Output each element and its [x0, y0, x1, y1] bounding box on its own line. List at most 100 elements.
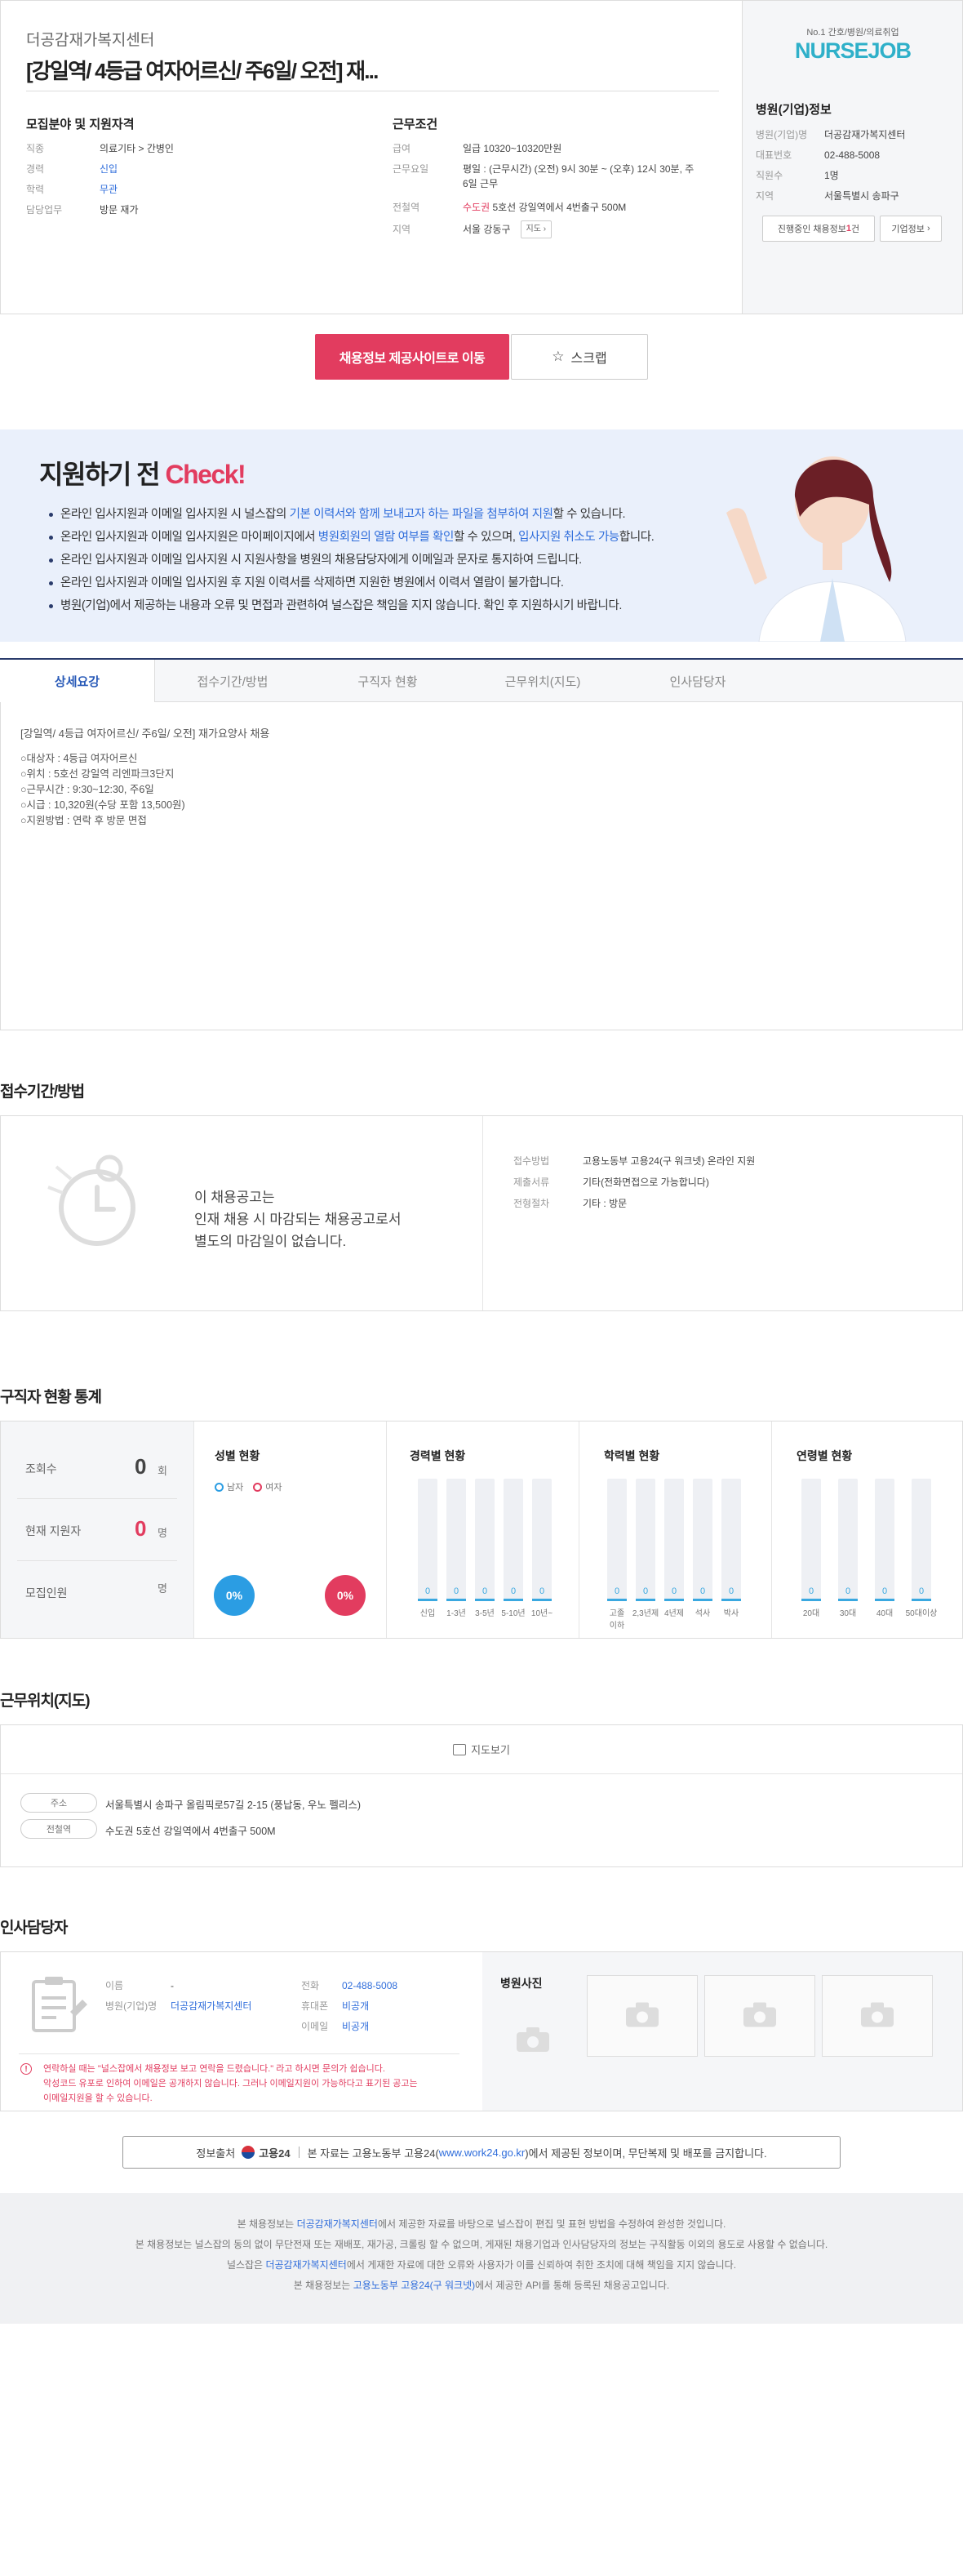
check-title: 지원하기 전 Check!	[39, 460, 246, 489]
footer-line: 본 채용정보는 고용노동부 고용24(구 워크넷)에서 제공한 API를 통해 …	[293, 2280, 670, 2291]
age-bar: 0	[838, 1479, 858, 1601]
manager-card: 이름 - 병원(기업)명 더공감재가복지센터 전화 02-488-5008 휴대폰 비공…	[0, 1951, 963, 2111]
period-card: 이 채용공고는 인재 채용 시 마감되는 채용공고로서 별도의 마감일이 없습니다.…	[0, 1115, 963, 1311]
camera-icon	[624, 2001, 660, 2031]
camera-icon	[742, 2001, 778, 2031]
edu-bar: 0	[607, 1479, 627, 1601]
edu-bar-label: 4년제	[664, 1609, 684, 1618]
tab-detail[interactable]: 상세요강	[0, 660, 155, 703]
period-row: 전형절차 기타 : 방문	[513, 1198, 628, 1209]
applicants-label: 현재 지원자	[25, 1524, 82, 1537]
address: 서울특별시 송파구 올림픽로57길 2-15 (풍납동, 우노 펠리스)	[105, 1800, 362, 1811]
side-row: 대표번호 02-488-5008	[756, 149, 881, 161]
edu-bar-label: 2,3년제	[632, 1609, 659, 1618]
star-icon: ☆	[552, 349, 565, 364]
stats-card: 조회수 0 회 현재 지원자 0 명 모집인원 명 성별 현황 남자 여자 0%…	[0, 1421, 963, 1639]
views-label: 조회수	[25, 1462, 57, 1475]
edu-bar: 0	[664, 1479, 684, 1601]
station: 수도권 5호선 강일역에서 4번출구 500M	[105, 1826, 276, 1837]
period-row: 접수방법 고용노동부 고용24(구 워크넷) 온라인 지원	[513, 1155, 756, 1167]
career-bar: 0	[475, 1479, 495, 1601]
period-row: 제출서류 기타(전화면접으로 가능합니다)	[513, 1177, 709, 1188]
age-panel: 연령별 현황 0 20대 0 30대 0 40대 0 50대이상	[771, 1421, 962, 1638]
korea-emblem-icon	[242, 2146, 255, 2159]
views-count: 0	[135, 1454, 147, 1479]
tab-location[interactable]: 근무위치(지도)	[465, 660, 620, 702]
gender-panel: 성별 현황 남자 여자 0% 0%	[193, 1421, 386, 1638]
side-row: 직원수 1명	[756, 170, 839, 181]
check-item: 온라인 입사지원과 이메일 입사지원 시 지원사항을 병원의 채용담당자에게 이…	[47, 549, 733, 572]
age-bar-label: 40대	[876, 1609, 894, 1618]
manager-mobile-row: 휴대폰 비공개	[301, 2000, 370, 2012]
manager-heading: 인사담당자	[0, 1920, 68, 1937]
female-percent: 0%	[325, 1575, 366, 1616]
education-panel: 학력별 현황 0 고졸 이하 0 2,3년제 0 4년제 0 석사 0 박사	[579, 1421, 771, 1638]
check-item: 온라인 입사지원과 이메일 입사지원 시 널스잡의 기본 이력서와 함께 보내고…	[47, 503, 733, 526]
chevron-right-icon: ›	[543, 225, 547, 234]
age-bar: 0	[912, 1479, 931, 1601]
career-bar: 0	[532, 1479, 552, 1601]
tab-manager[interactable]: 인사담당자	[620, 660, 775, 702]
work24-link[interactable]: www.work24.go.kr	[439, 2147, 525, 2159]
apply-site-button[interactable]: 채용정보 제공사이트로 이동	[315, 334, 509, 380]
applicants-count: 0	[135, 1516, 147, 1541]
gender-legend: 남자 여자	[215, 1480, 282, 1493]
career-bar: 0	[504, 1479, 523, 1601]
photo-slot[interactable]	[704, 1975, 815, 2057]
edu-bar: 0	[636, 1479, 655, 1601]
camera-icon	[515, 2026, 551, 2056]
nursejob-logo[interactable]: NURSEJOB	[743, 38, 963, 64]
map-button[interactable]: 지도 ›	[520, 220, 553, 238]
recruit-row: 담당업무 방문 재가	[26, 204, 139, 216]
career-bar: 0	[446, 1479, 466, 1601]
detail-body: [강일역/ 4등급 여자어르신/ 주6일/ 오전] 재가요양사 채용 ○대상자 …	[0, 702, 963, 1030]
company-info-button[interactable]: 기업정보 ›	[880, 216, 942, 242]
edu-bar-label: 고졸 이하	[609, 1609, 625, 1631]
footer-line: 본 채용정보는 더공감재가복지센터에서 제공한 자료를 바탕으로 널스잡이 편집…	[237, 2218, 726, 2230]
job-summary-card: 더공감재가복지센터 [강일역/ 4등급 여자어르신/ 주6일/ 오전] 재...…	[0, 0, 743, 314]
company-name[interactable]: 더공감재가복지센터	[26, 28, 154, 50]
check-list: 온라인 입사지원과 이메일 입사지원 시 널스잡의 기본 이력서와 함께 보내고…	[47, 503, 733, 617]
stats-heading: 구직자 현황 통계	[0, 1389, 102, 1406]
tab-period[interactable]: 접수기간/방법	[155, 660, 310, 702]
photo-slot[interactable]	[822, 1975, 933, 2057]
career-bar-label: 3-5년	[475, 1609, 495, 1618]
age-bar-label: 20대	[802, 1609, 820, 1618]
male-percent: 0%	[214, 1575, 255, 1616]
company-side-card: No.1 간호/병원/의료취업 NURSEJOB 병원(기업)정보 병원(기업)…	[743, 0, 963, 314]
clipboard-icon	[32, 1977, 87, 2032]
age-bar: 0	[801, 1479, 821, 1601]
recruit-row: 경력 신입	[26, 163, 118, 175]
photo-slot[interactable]	[587, 1975, 698, 2057]
recruit-label: 모집인원	[25, 1586, 68, 1599]
days-row: 근무요일 평일 : (근무시간) (오전) 9시 30분 ~ (오후) 12시 3…	[393, 163, 695, 189]
career-bar-label: 신입	[419, 1609, 436, 1618]
manager-warning: 연락하실 때는 "널스잡에서 채용정보 보고 연락을 드렸습니다." 라고 하시…	[43, 2064, 418, 2103]
edu-bar: 0	[721, 1479, 741, 1601]
logo-tagline: No.1 간호/병원/의료취업	[806, 28, 899, 38]
stats-summary: 조회수 0 회 현재 지원자 0 명 모집인원 명	[1, 1421, 193, 1638]
manager-company-row: 병원(기업)명 더공감재가복지센터	[105, 2000, 252, 2012]
period-heading: 접수기간/방법	[0, 1083, 85, 1101]
period-message: 이 채용공고는 인재 채용 시 마감되는 채용공고로서 별도의 마감일이 없습니다.	[194, 1190, 402, 1249]
area-row: 지역 서울 강동구 지도 ›	[393, 220, 553, 238]
hospital-photos: 병원사진	[482, 1952, 962, 2111]
nurse-illustration	[726, 456, 907, 642]
work-heading: 근무조건	[393, 118, 438, 131]
age-bar-label: 50대이상	[905, 1609, 938, 1618]
edu-bar: 0	[693, 1479, 712, 1601]
map-view-button[interactable]: 지도보기	[1, 1725, 962, 1774]
warning-icon: !	[20, 2063, 32, 2075]
career-bar-label: 1-3년	[446, 1609, 466, 1618]
camera-icon	[859, 2001, 895, 2031]
tab-applicants[interactable]: 구직자 현황	[310, 660, 465, 702]
recruit-row: 학력 무관	[26, 184, 118, 195]
age-bar: 0	[875, 1479, 894, 1601]
career-bar: 0	[418, 1479, 437, 1601]
scrap-button[interactable]: ☆ 스크랩	[511, 334, 648, 380]
edu-bar-label: 박사	[723, 1609, 739, 1618]
recruit-row: 직종 의료기타 > 간병인	[26, 143, 174, 154]
source-notice: 정보출처 고용24 본 자료는 고용노동부 고용24(www.work24.go…	[122, 2136, 841, 2169]
ongoing-jobs-button[interactable]: 진행중인 채용정보 1건	[762, 216, 875, 242]
side-heading: 병원(기업)정보	[756, 103, 832, 117]
